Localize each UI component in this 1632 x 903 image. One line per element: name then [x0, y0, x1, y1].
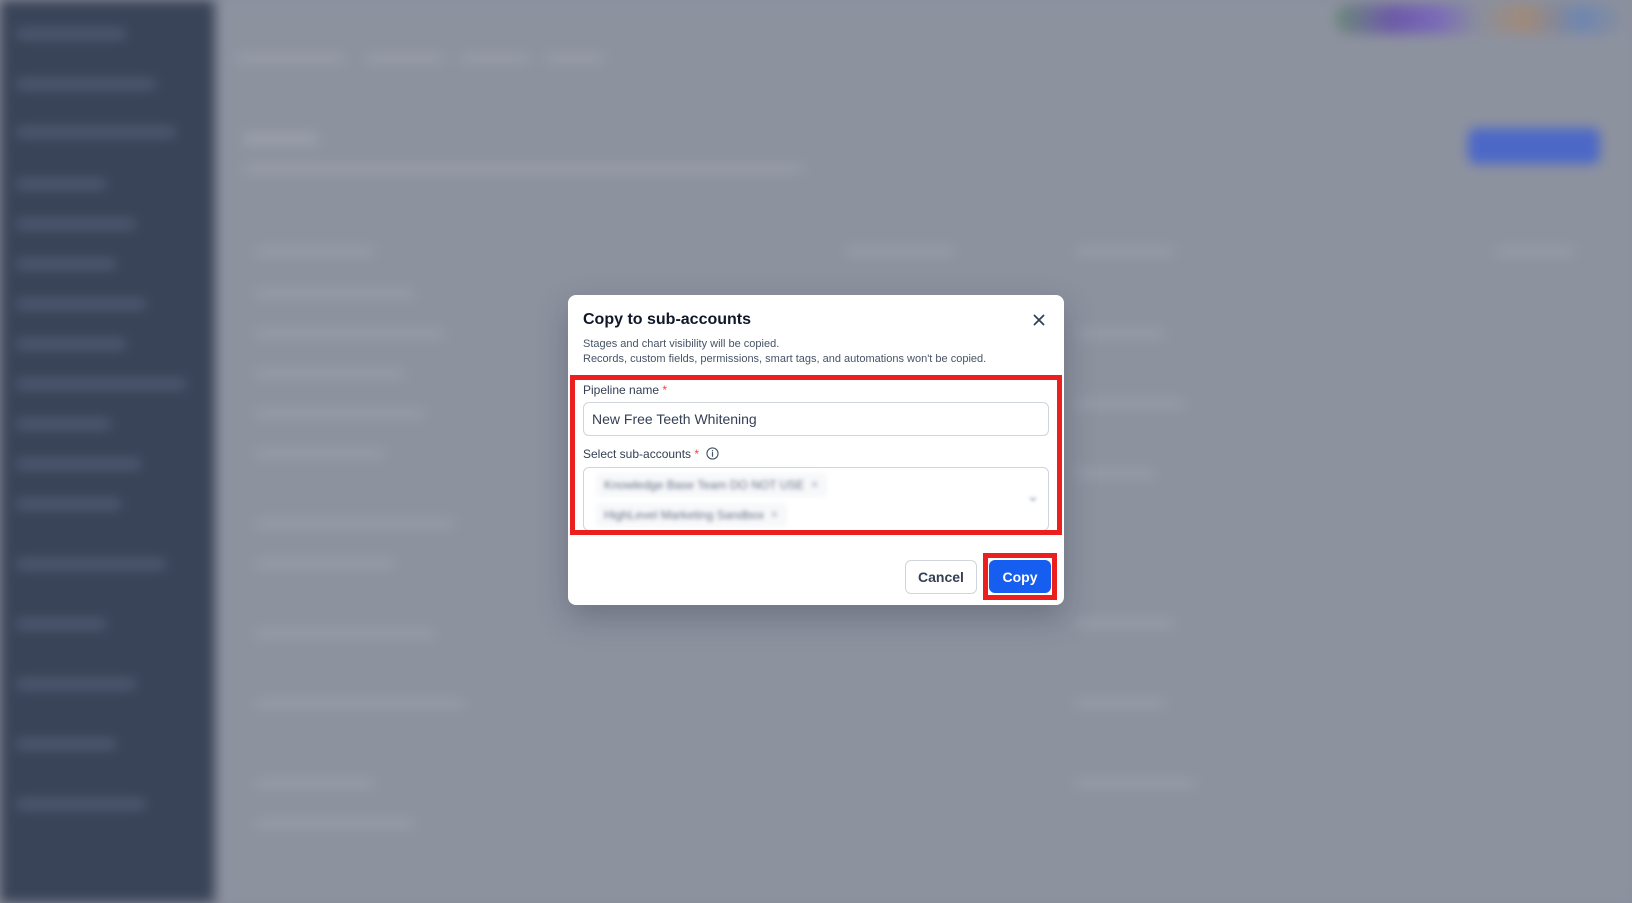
description-line-2: Records, custom fields, permissions, sma…: [583, 353, 987, 365]
modal-description: Stages and chart visibility will be copi…: [583, 337, 986, 367]
modal-title: Copy to sub-accounts: [583, 311, 752, 328]
background-header-avatars: [1335, 4, 1625, 34]
form-highlight-box: [570, 375, 1062, 535]
description-line-1: Stages and chart visibility will be copi…: [583, 338, 780, 350]
close-button[interactable]: [1028, 309, 1050, 331]
screen: Copy to sub-accounts Stages and chart vi…: [0, 0, 1632, 903]
background-primary-button: [1468, 128, 1600, 164]
cancel-button[interactable]: Cancel: [905, 560, 977, 594]
copy-button[interactable]: Copy: [989, 560, 1051, 593]
close-icon: [1033, 314, 1045, 326]
copy-to-sub-accounts-modal: Copy to sub-accounts Stages and chart vi…: [568, 295, 1064, 605]
background-sidebar: [0, 0, 215, 903]
